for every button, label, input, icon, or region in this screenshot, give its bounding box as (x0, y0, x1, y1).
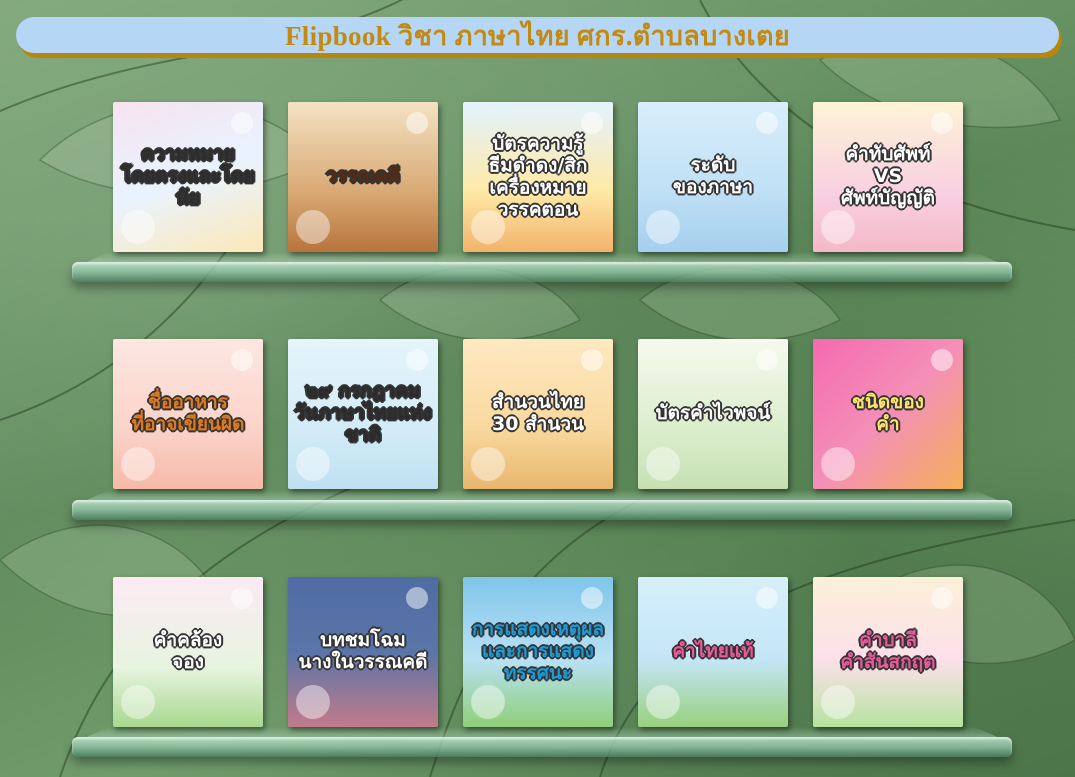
cover-decoration (406, 587, 428, 609)
cover-decoration (121, 685, 155, 719)
cover-decoration (756, 587, 778, 609)
cover-decoration (581, 112, 603, 134)
cover-decoration (931, 587, 953, 609)
flipbook-cover-title: คำไทยแท้ (672, 640, 754, 663)
cover-decoration (756, 349, 778, 371)
flipbook-cover-title: ระดับ ของภาษา (672, 154, 754, 198)
cover-decoration (646, 447, 680, 481)
cover-decoration (121, 210, 155, 244)
cover-decoration (406, 112, 428, 134)
flipbook-cover-title: ชนิดของ คำ (852, 391, 924, 435)
flipbook-cover-2-1[interactable]: ชื่ออาหาร ที่อาจเขียนผิด (113, 339, 263, 489)
flipbook-cover-title: การแสดงเหตุผล และการแสดง ทรรศนะ (472, 618, 604, 684)
flipbook-cover-title: บทชมโฉมนางในวรรณคดี (298, 629, 428, 673)
cover-decoration (296, 447, 330, 481)
cover-decoration (231, 112, 253, 134)
page-title: Flipbook วิชา ภาษาไทย ศกร.ตำบลบางเตย (285, 20, 790, 51)
flipbook-cover-title: คำทับศัพท์ VS ศัพท์บัญญัติ (841, 143, 935, 209)
shelf-3 (72, 737, 1012, 757)
flipbook-cover-2-2[interactable]: ๒๙ กรกฎาคม วันภาษาไทยแห่งชาติ (288, 339, 438, 489)
cover-decoration (231, 349, 253, 371)
flipbook-cover-title: บัตรคำไวพจน์ (655, 402, 771, 425)
flipbook-cover-1-2[interactable]: วรรณคดี (288, 102, 438, 252)
cover-decoration (296, 685, 330, 719)
flipbook-cover-1-4[interactable]: ระดับ ของภาษา (638, 102, 788, 252)
flipbook-cover-title: คำคล้อง จอง (153, 629, 223, 673)
cover-decoration (471, 685, 505, 719)
flipbook-cover-3-3[interactable]: การแสดงเหตุผล และการแสดง ทรรศนะ (463, 577, 613, 727)
flipbook-cover-3-4[interactable]: คำไทยแท้ (638, 577, 788, 727)
cover-decoration (581, 349, 603, 371)
flipbook-cover-title: สำนวนไทย 30 สำนวน (491, 391, 585, 435)
flipbook-cover-2-5[interactable]: ชนิดของ คำ (813, 339, 963, 489)
cover-decoration (821, 447, 855, 481)
flipbook-cover-title: ความหมาย โดยตรงและโดยนัย (121, 143, 255, 209)
flipbook-cover-2-4[interactable]: บัตรคำไวพจน์ (638, 339, 788, 489)
cover-decoration (646, 685, 680, 719)
cover-decoration (931, 349, 953, 371)
cover-decoration (931, 112, 953, 134)
cover-decoration (821, 685, 855, 719)
flipbook-cover-title: ชื่ออาหาร ที่อาจเขียนผิด (131, 391, 245, 435)
flipbook-cover-3-1[interactable]: คำคล้อง จอง (113, 577, 263, 727)
shelf-1 (72, 262, 1012, 282)
flipbook-cover-2-3[interactable]: สำนวนไทย 30 สำนวน (463, 339, 613, 489)
title-bar: Flipbook วิชา ภาษาไทย ศกร.ตำบลบางเตย (16, 17, 1059, 53)
cover-decoration (121, 447, 155, 481)
flipbook-cover-title: คำบาลี คำสันสกฤต (840, 629, 936, 673)
flipbook-cover-3-2[interactable]: บทชมโฉมนางในวรรณคดี (288, 577, 438, 727)
cover-decoration (406, 349, 428, 371)
flipbook-cover-1-5[interactable]: คำทับศัพท์ VS ศัพท์บัญญัติ (813, 102, 963, 252)
flipbook-cover-title: บัตรความรู้ ธีมดำดง/สิก เครื่องหมาย วรรค… (488, 132, 588, 220)
cover-decoration (231, 587, 253, 609)
shelf-2 (72, 500, 1012, 520)
cover-decoration (756, 112, 778, 134)
cover-decoration (821, 210, 855, 244)
cover-decoration (296, 210, 330, 244)
flipbook-cover-1-1[interactable]: ความหมาย โดยตรงและโดยนัย (113, 102, 263, 252)
cover-decoration (581, 587, 603, 609)
flipbook-cover-1-3[interactable]: บัตรความรู้ ธีมดำดง/สิก เครื่องหมาย วรรค… (463, 102, 613, 252)
flipbook-cover-title: ๒๙ กรกฎาคม วันภาษาไทยแห่งชาติ (294, 380, 432, 446)
cover-decoration (646, 210, 680, 244)
cover-decoration (471, 447, 505, 481)
flipbook-cover-title: วรรณคดี (326, 165, 400, 188)
flipbook-cover-3-5[interactable]: คำบาลี คำสันสกฤต (813, 577, 963, 727)
